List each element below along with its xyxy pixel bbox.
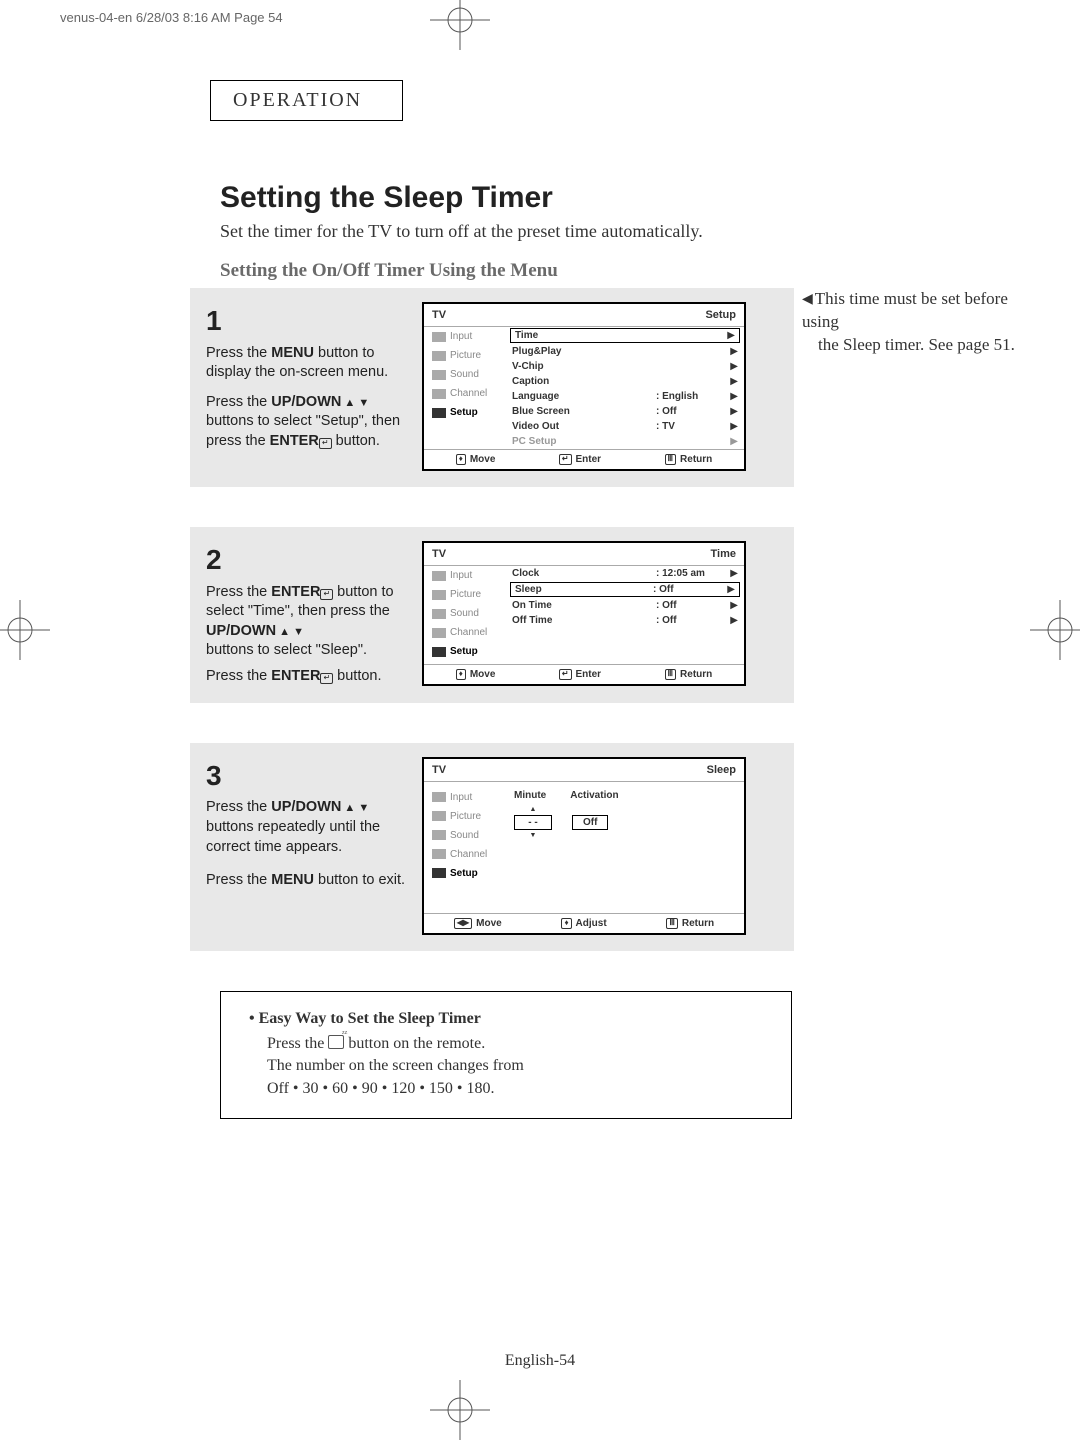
osd-title-left: TV xyxy=(432,764,446,776)
osd-footer: ♦Move ↵Enter ⅢReturn xyxy=(424,664,744,684)
step-instruction: Press the UP/DOWN ▲ ▼ buttons repeatedly… xyxy=(206,798,406,857)
sleep-minute-value: - - xyxy=(514,815,552,830)
step-number: 1 xyxy=(206,302,406,340)
move-icon: ♦ xyxy=(456,669,466,680)
return-icon: Ⅲ xyxy=(665,454,677,465)
margin-note-line: This time must be set before using xyxy=(802,289,1008,331)
updown-icon: ▲ ▼ xyxy=(341,802,369,814)
osd-title-left: TV xyxy=(432,309,446,321)
setup-icon xyxy=(432,408,446,418)
osd-sleep-menu: TV Sleep Input Picture Sound Channel Set… xyxy=(422,757,746,935)
picture-icon xyxy=(432,590,446,600)
osd-setup-list: Time▶ Plug&Play▶ V-Chip▶ Caption▶ Langua… xyxy=(506,327,744,449)
step-block-1: 1 Press the MENU button to display the o… xyxy=(190,288,794,487)
easy-title: Easy Way to Set the Sleep Timer xyxy=(249,1010,769,1028)
intro-text: Set the timer for the TV to turn off at … xyxy=(220,221,950,242)
easy-line: Press the button on the remote. xyxy=(267,1034,769,1055)
channel-icon xyxy=(432,628,446,638)
updown-icon: ▲ ▼ xyxy=(341,397,369,409)
osd-title-left: TV xyxy=(432,548,446,560)
sub-heading: Setting the On/Off Timer Using the Menu xyxy=(220,260,950,282)
setup-icon xyxy=(432,868,446,878)
triangle-left-icon: ◀ xyxy=(802,291,813,310)
sound-icon xyxy=(432,609,446,619)
enter-icon: ↵ xyxy=(320,589,333,600)
step-number: 3 xyxy=(206,757,406,795)
sleep-activation-value: Off xyxy=(572,815,608,830)
osd-title-right: Time xyxy=(711,548,736,560)
step-block-3: 3 Press the UP/DOWN ▲ ▼ buttons repeated… xyxy=(190,743,794,951)
osd-footer: ♦Move ↵Enter ⅢReturn xyxy=(424,449,744,469)
sound-icon xyxy=(432,830,446,840)
step-instruction: Press the ENTER↵ button to select "Time"… xyxy=(206,583,406,661)
channel-icon xyxy=(432,849,446,859)
step-number: 2 xyxy=(206,541,406,579)
move-icon: ♦ xyxy=(456,454,466,465)
margin-note-line: the Sleep timer. See page 51. xyxy=(818,335,1015,354)
registration-mark-icon xyxy=(1030,600,1080,660)
sleep-header-minute: Minute xyxy=(514,790,546,801)
channel-icon xyxy=(432,389,446,399)
sleep-remote-icon xyxy=(328,1035,344,1049)
osd-sidebar: Input Picture Sound Channel Setup xyxy=(424,566,506,664)
picture-icon xyxy=(432,351,446,361)
setup-icon xyxy=(432,647,446,657)
step-instruction: Press the MENU button to display the on-… xyxy=(206,344,406,383)
page-title: Setting the Sleep Timer xyxy=(220,181,950,215)
input-icon xyxy=(432,792,446,802)
updown-icon: ♦ xyxy=(561,918,571,929)
easy-line: The number on the screen changes from xyxy=(267,1056,769,1077)
osd-title-right: Setup xyxy=(705,309,736,321)
updown-icon: ▲ ▼ xyxy=(276,626,304,638)
enter-icon: ↵ xyxy=(559,669,572,680)
margin-note: ◀This time must be set before using the … xyxy=(802,288,1042,357)
osd-time-list: Clock: 12:05 am▶ Sleep: Off▶ On Time: Of… xyxy=(506,566,744,664)
registration-mark-icon xyxy=(430,0,490,50)
return-icon: Ⅲ xyxy=(665,669,677,680)
registration-mark-icon xyxy=(430,1380,490,1440)
osd-time-menu: TV Time Input Picture Sound Channel Setu… xyxy=(422,541,746,686)
step-block-2: 2 Press the ENTER↵ button to select "Tim… xyxy=(190,527,794,703)
easy-line: Off • 30 • 60 • 90 • 120 • 150 • 180. xyxy=(267,1079,769,1100)
osd-sidebar: Input Picture Sound Channel Setup xyxy=(424,788,506,883)
sound-icon xyxy=(432,370,446,380)
osd-setup-menu: TV Setup Input Picture Sound Channel Set… xyxy=(422,302,746,471)
section-label: OPERATION xyxy=(210,80,403,121)
osd-footer: ◀▶Move ♦Adjust ⅢReturn xyxy=(424,913,744,933)
step-instruction: Press the ENTER↵ button. xyxy=(206,667,406,687)
input-icon xyxy=(432,571,446,581)
registration-mark-icon xyxy=(0,600,50,660)
easy-way-box: Easy Way to Set the Sleep Timer Press th… xyxy=(220,991,792,1119)
step-instruction: Press the UP/DOWN ▲ ▼ buttons to select … xyxy=(206,393,406,452)
enter-icon: ↵ xyxy=(320,673,333,684)
step-instruction: Press the MENU button to exit. xyxy=(206,871,406,891)
input-icon xyxy=(432,332,446,342)
enter-icon: ↵ xyxy=(559,454,572,465)
osd-sidebar: Input Picture Sound Channel Setup xyxy=(424,327,506,449)
page-number: English-54 xyxy=(0,1352,1080,1370)
leftright-icon: ◀▶ xyxy=(454,918,472,929)
picture-icon xyxy=(432,811,446,821)
return-icon: Ⅲ xyxy=(666,918,678,929)
osd-title-right: Sleep xyxy=(707,764,736,776)
enter-icon: ↵ xyxy=(319,438,332,449)
print-header: venus-04-en 6/28/03 8:16 AM Page 54 xyxy=(60,10,283,25)
sleep-header-activation: Activation xyxy=(570,790,618,801)
